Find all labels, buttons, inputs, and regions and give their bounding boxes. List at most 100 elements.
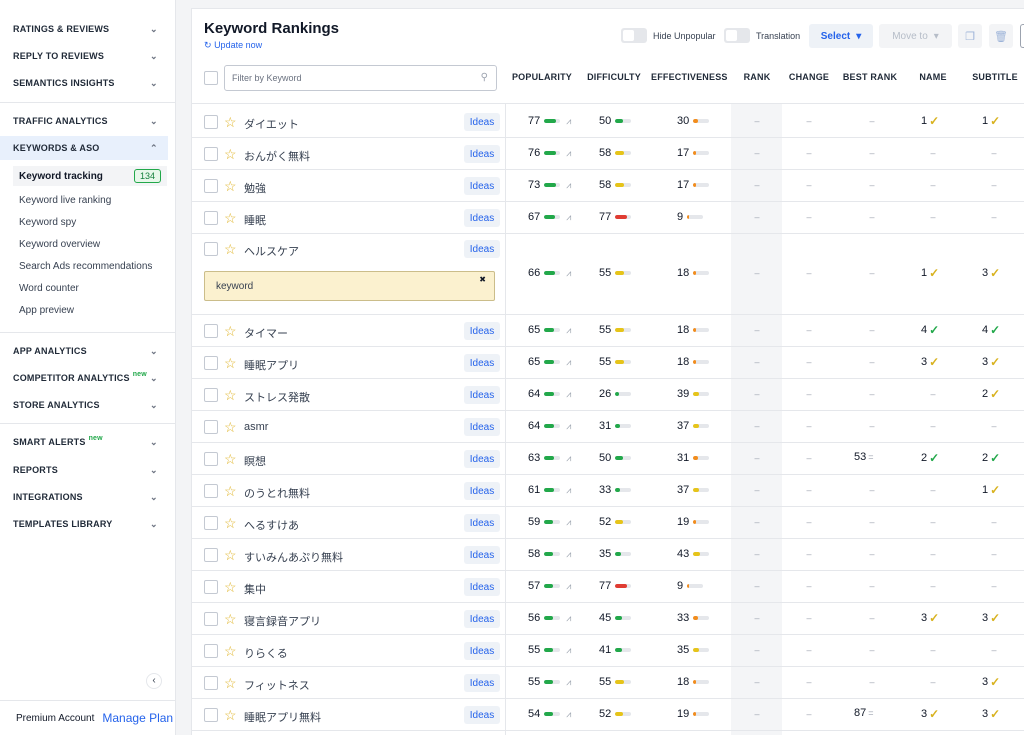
- star-icon[interactable]: ☆: [224, 516, 237, 530]
- nav-app-analytics[interactable]: APP ANALYTICS ⌄: [0, 339, 168, 363]
- table-row[interactable]: ☆ おんがく無料 Ideas 76 ⩘ 58 17 – – – – –: [192, 138, 1024, 170]
- star-icon[interactable]: ☆: [224, 356, 237, 370]
- table-row[interactable]: ☆ 瞑想 Ideas 63 ⩘ 50 31 – – 53 = 2 ✓ 2 ✓: [192, 443, 1024, 475]
- ideas-button[interactable]: Ideas: [464, 418, 500, 436]
- star-icon[interactable]: ☆: [224, 211, 237, 225]
- sub-keyword-spy[interactable]: Keyword spy: [13, 212, 167, 232]
- table-row[interactable]: ☆ 寝言録音アプリ Ideas 56 ⩘ 45 33 – – – 3 ✓ 3 ✓: [192, 603, 1024, 635]
- ideas-button[interactable]: Ideas: [464, 354, 500, 372]
- trend-chart-icon[interactable]: ⩘: [566, 180, 571, 191]
- trend-chart-icon[interactable]: ⩘: [566, 357, 571, 368]
- row-checkbox[interactable]: [204, 516, 218, 530]
- row-checkbox[interactable]: [204, 612, 218, 626]
- star-icon[interactable]: ☆: [224, 676, 237, 690]
- row-checkbox[interactable]: [204, 115, 218, 129]
- star-icon[interactable]: ☆: [224, 115, 237, 129]
- ideas-button[interactable]: Ideas: [464, 706, 500, 724]
- star-icon[interactable]: ☆: [224, 612, 237, 626]
- star-icon[interactable]: ☆: [224, 548, 237, 562]
- nav-smart-alerts[interactable]: SMART ALERTS new ⌄: [0, 430, 168, 454]
- sub-keyword-overview[interactable]: Keyword overview: [13, 234, 167, 254]
- translation-toggle[interactable]: Translation: [724, 28, 800, 43]
- table-row[interactable]: ☆ りらくる Ideas 55 ⩘ 41 35 – – – – –: [192, 635, 1024, 667]
- sub-app-preview[interactable]: App preview: [13, 300, 167, 320]
- ideas-button[interactable]: Ideas: [464, 240, 500, 258]
- col-popularity[interactable]: POPULARITY: [510, 72, 574, 82]
- trend-chart-icon[interactable]: ⩘: [566, 453, 571, 464]
- select-button[interactable]: Select ▾: [809, 24, 873, 48]
- sub-keyword-live-ranking[interactable]: Keyword live ranking: [13, 190, 167, 210]
- trend-chart-icon[interactable]: ⩘: [566, 421, 571, 432]
- star-icon[interactable]: ☆: [224, 420, 237, 434]
- row-checkbox[interactable]: [204, 580, 218, 594]
- table-row[interactable]: ☆ へるすけあ Ideas 59 ⩘ 52 19 – – – – –: [192, 507, 1024, 539]
- ideas-button[interactable]: Ideas: [464, 514, 500, 532]
- star-icon[interactable]: ☆: [224, 580, 237, 594]
- table-row[interactable]: ☆ 睡眠アプリ無料 Ideas 54 ⩘ 52 19 – – 87= 3✓: [192, 699, 1024, 731]
- sub-keyword-tracking[interactable]: Keyword tracking 134: [13, 166, 167, 186]
- nav-store-analytics[interactable]: STORE ANALYTICS ⌄: [0, 393, 168, 417]
- ideas-button[interactable]: Ideas: [464, 145, 500, 163]
- star-icon[interactable]: ☆: [224, 179, 237, 193]
- row-checkbox[interactable]: [204, 548, 218, 562]
- star-icon[interactable]: ☆: [224, 452, 237, 466]
- nav-reply-to-reviews[interactable]: REPLY TO REVIEWS ⌄: [0, 44, 168, 68]
- row-checkbox[interactable]: [204, 242, 218, 256]
- manage-plan-link[interactable]: Manage Plan: [102, 711, 173, 725]
- star-icon[interactable]: ☆: [224, 388, 237, 402]
- table-row[interactable]: ☆ のうとれ無料 Ideas 61 ⩘ 33 37 – – – – 1 ✓: [192, 475, 1024, 507]
- more-button-edge[interactable]: [1020, 24, 1024, 48]
- nav-integrations[interactable]: INTEGRATIONS ⌄: [0, 485, 168, 509]
- ideas-button[interactable]: Ideas: [464, 322, 500, 340]
- table-row[interactable]: ☆ 睡眠 Ideas 67 ⩘ 77 9 – – – – –: [192, 202, 1024, 234]
- table-row[interactable]: ☆ 勉強 Ideas 73 ⩘ 58 17 – – – – –: [192, 170, 1024, 202]
- trend-chart-icon[interactable]: ⩘: [566, 325, 571, 336]
- trash-icon[interactable]: 🗑: [989, 24, 1013, 48]
- row-checkbox[interactable]: [204, 420, 218, 434]
- nav-ratings-reviews[interactable]: RATINGS & REVIEWS ⌄: [0, 17, 168, 41]
- ideas-button[interactable]: Ideas: [464, 482, 500, 500]
- col-difficulty[interactable]: DIFFICULTY: [585, 72, 643, 82]
- table-row[interactable]: ☆ フィットネス Ideas 55 ⩘ 55 18 – – – – 3 ✓: [192, 667, 1024, 699]
- close-icon[interactable]: ✖: [479, 275, 486, 284]
- table-row[interactable]: ☆ 集中 Ideas 57 ⩘ 77 9 – – – – –: [192, 571, 1024, 603]
- nav-competitor-analytics[interactable]: COMPETITOR ANALYTICS new ⌄: [0, 366, 168, 390]
- nav-semantics-insights[interactable]: SEMANTICS INSIGHTS ⌄: [0, 71, 168, 95]
- ideas-button[interactable]: Ideas: [464, 546, 500, 564]
- col-subtitle[interactable]: SUBTITLE: [970, 72, 1020, 82]
- table-row[interactable]: ☆ asmr Ideas 64 ⩘ 31 37 – – – – –: [192, 411, 1024, 443]
- row-checkbox[interactable]: [204, 644, 218, 658]
- toggle-switch[interactable]: [724, 28, 750, 43]
- hide-unpopular-toggle[interactable]: Hide Unpopular: [621, 28, 716, 43]
- ideas-button[interactable]: Ideas: [464, 386, 500, 404]
- col-best-rank[interactable]: BEST RANK: [842, 72, 898, 82]
- col-effectiveness[interactable]: EFFECTIVENESS: [651, 72, 727, 82]
- filter-keyword-input[interactable]: Filter by Keyword ⚲: [224, 65, 497, 91]
- ideas-button[interactable]: Ideas: [464, 610, 500, 628]
- star-icon[interactable]: ☆: [224, 708, 237, 722]
- move-to-button[interactable]: Move to ▾: [879, 24, 952, 48]
- update-now-link[interactable]: ↻ Update now: [204, 40, 262, 51]
- ideas-button[interactable]: Ideas: [464, 177, 500, 195]
- row-checkbox[interactable]: [204, 708, 218, 722]
- ideas-button[interactable]: Ideas: [464, 642, 500, 660]
- sub-word-counter[interactable]: Word counter: [13, 278, 167, 298]
- table-row[interactable]: ☆ すいみんあぷり無料 Ideas 58 ⩘ 35 43 – – – – –: [192, 539, 1024, 571]
- row-checkbox[interactable]: [204, 147, 218, 161]
- trend-chart-icon[interactable]: ⩘: [566, 581, 571, 592]
- trend-chart-icon[interactable]: ⩘: [566, 613, 571, 624]
- row-checkbox[interactable]: [204, 452, 218, 466]
- collapse-sidebar-icon[interactable]: ‹: [146, 673, 162, 689]
- ideas-button[interactable]: Ideas: [464, 450, 500, 468]
- row-checkbox[interactable]: [204, 388, 218, 402]
- star-icon[interactable]: ☆: [224, 324, 237, 338]
- row-checkbox[interactable]: [204, 356, 218, 370]
- row-checkbox[interactable]: [204, 676, 218, 690]
- trend-chart-icon[interactable]: ⩘: [566, 677, 571, 688]
- sub-search-ads[interactable]: Search Ads recommendations: [13, 256, 167, 276]
- ideas-button[interactable]: Ideas: [464, 209, 500, 227]
- star-icon[interactable]: ☆: [224, 484, 237, 498]
- trend-chart-icon[interactable]: ⩘: [566, 485, 571, 496]
- col-change[interactable]: CHANGE: [785, 72, 833, 82]
- ideas-button[interactable]: Ideas: [464, 113, 500, 131]
